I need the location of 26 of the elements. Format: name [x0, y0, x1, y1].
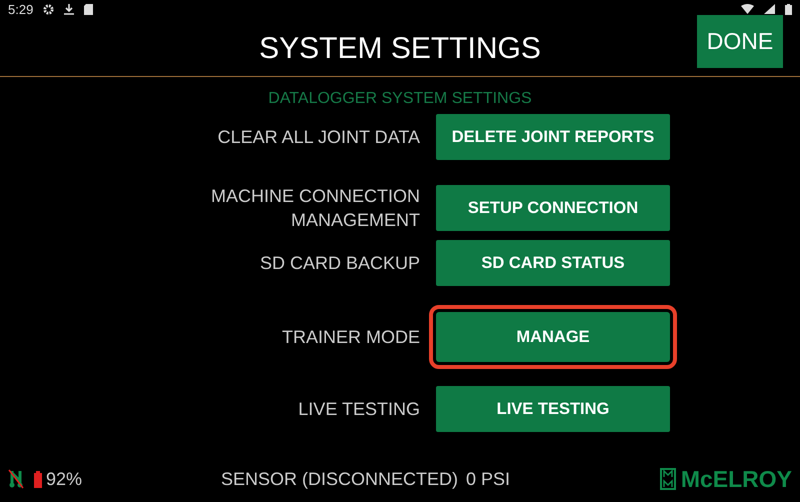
setting-button[interactable]: DELETE JOINT REPORTS — [436, 114, 670, 160]
battery-percent: 92% — [46, 468, 82, 490]
sensor-status: SENSOR (DISCONNECTED) — [221, 468, 458, 490]
logo: McELROY — [680, 466, 792, 492]
page-title: SYSTEM SETTINGS — [259, 31, 541, 66]
settings-icon — [43, 4, 54, 14]
setting-button[interactable]: MANAGE — [436, 312, 670, 362]
wifi-icon — [741, 4, 754, 14]
disconnected-icon — [8, 469, 24, 489]
download-icon — [64, 4, 74, 14]
setting-label: LIVE TESTING — [298, 398, 420, 421]
setting-button[interactable]: SETUP CONNECTION — [436, 185, 670, 231]
setting-label: TRAINER MODE — [282, 326, 420, 349]
battery-icon — [34, 470, 42, 488]
setting-button[interactable]: SD CARD STATUS — [436, 240, 670, 286]
setting-label: MACHINE CONNECTION MANAGEMENT — [210, 185, 420, 232]
pressure-reading: 0 PSI — [466, 468, 510, 490]
sd-card-icon — [84, 4, 94, 14]
setting-label: SD CARD BACKUP — [260, 252, 420, 275]
done-button[interactable]: DONE — [697, 15, 783, 68]
logo-icon — [660, 468, 676, 490]
setting-label: CLEAR ALL JOINT DATA — [218, 126, 420, 149]
setting-button[interactable]: LIVE TESTING — [436, 386, 670, 432]
battery-icon — [785, 4, 792, 14]
status-time: 5:29 — [8, 2, 34, 16]
section-title: DATALOGGER SYSTEM SETTINGS — [267, 90, 533, 109]
